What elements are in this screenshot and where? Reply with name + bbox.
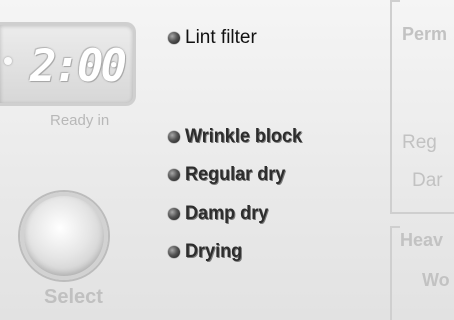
indicator-damp-dry: Damp dry <box>168 203 273 225</box>
perm-header: Perm <box>402 24 448 44</box>
lint-filter-light-icon <box>168 32 180 44</box>
dam-option[interactable]: Dar <box>412 170 443 192</box>
lint-filter-label: Lint filter <box>185 27 257 48</box>
indicator-drying: Drying <box>168 241 245 263</box>
ready-in-caption: Ready in <box>50 112 110 129</box>
indicator-regular-dry: Regular dry <box>168 164 291 186</box>
wo-option[interactable]: Wo <box>422 270 450 291</box>
regular-dry-light-icon <box>168 169 180 181</box>
indicator-wrinkle-block: Wrinkle block <box>168 126 308 148</box>
wrinkle-block-light-icon <box>168 131 180 143</box>
indicator-dot <box>4 57 12 65</box>
drying-label: Drying <box>185 241 243 262</box>
indicator-lint-filter: Lint filter <box>168 27 257 49</box>
select-knob[interactable] <box>20 192 108 280</box>
damp-dry-light-icon <box>168 208 180 220</box>
heavy-header: Heav <box>400 230 444 250</box>
regular-dry-label: Regular dry <box>185 164 286 185</box>
time-display: 2:00 <box>0 22 136 106</box>
perm-press-panel: Perm Reg Dar <box>390 0 454 214</box>
select-label: Select <box>44 286 103 308</box>
damp-dry-label: Damp dry <box>185 203 269 224</box>
reg-option[interactable]: Reg <box>402 132 437 154</box>
wrinkle-block-label: Wrinkle block <box>185 126 303 147</box>
heavy-duty-panel: Heav Wo <box>390 226 454 320</box>
time-remaining: 2:00 <box>30 41 127 92</box>
drying-light-icon <box>168 246 180 258</box>
